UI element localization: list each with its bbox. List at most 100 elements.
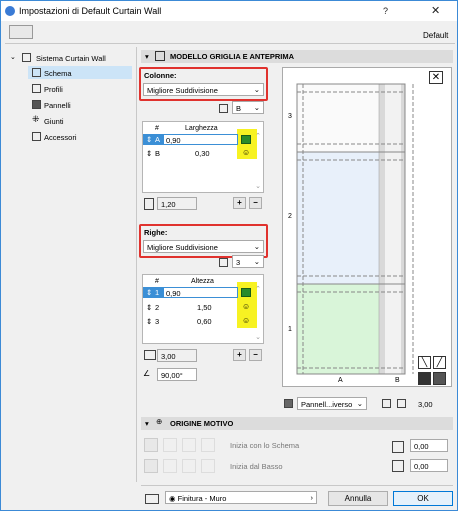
offset-x-field[interactable]: 0,00 (410, 439, 448, 452)
dialog-window: Impostazioni di Default Curtain Wall ? ✕… (0, 0, 458, 511)
row-index: A (155, 135, 161, 144)
add-row-button[interactable]: + (233, 349, 246, 361)
unlock-icon[interactable]: ☺ (242, 316, 250, 325)
chevron-down-icon: ⌄ (253, 103, 260, 112)
unlock-icon[interactable]: ☺ (242, 148, 250, 157)
drag-handle-icon[interactable]: ⇕ (146, 135, 152, 144)
sidebar-item-schema[interactable]: Schema (28, 66, 132, 79)
sidebar-item-label: Giunti (44, 117, 64, 126)
chevron-down-icon: ▾ (145, 52, 149, 61)
sidebar-item-label: Accessori (44, 133, 77, 142)
drag-handle-icon[interactable]: ⇕ (146, 303, 152, 312)
origin-center-icon[interactable] (163, 438, 177, 452)
sidebar-item-pannelli[interactable]: Pannelli (28, 98, 132, 111)
cancel-button[interactable]: Annulla (328, 491, 388, 506)
lock-icon[interactable] (241, 288, 251, 297)
preview-drawing (296, 83, 414, 375)
help-button[interactable]: ? (383, 6, 388, 16)
origin-left-icon[interactable] (144, 438, 158, 452)
row-index: B (155, 149, 161, 158)
remove-column-button[interactable]: − (249, 197, 262, 209)
table-row[interactable]: ⇕ A 0,90 (143, 134, 251, 145)
origin-bottom-icon[interactable] (144, 459, 158, 473)
chevron-down-icon: ⌄ (253, 257, 260, 266)
app-icon (5, 6, 15, 16)
columns-mode-value: Migliore Suddivisione (147, 86, 218, 95)
favorites-button[interactable] (9, 25, 33, 39)
origin-top-icon[interactable] (182, 459, 196, 473)
columns-total-field: 1,20 (157, 197, 197, 210)
sidebar-item-accessori[interactable]: Accessori (28, 130, 132, 143)
table-row[interactable]: ⇕ 1 0,90 (143, 287, 251, 298)
eye-icon: ◉ (169, 494, 178, 503)
table-row[interactable]: ⇕ B 0,30 ☺ (143, 148, 250, 159)
window-title: Impostazioni di Default Curtain Wall (19, 6, 162, 16)
offset-x-icon (392, 441, 404, 453)
rows-mode-select[interactable]: Migliore Suddivisione ⌄ (143, 240, 264, 253)
finish-value: Finitura - Muro (177, 494, 227, 503)
drag-handle-icon[interactable]: ⇕ (146, 288, 152, 297)
row-value[interactable]: 1,50 (197, 303, 212, 312)
row-value[interactable]: 0,30 (195, 149, 210, 158)
origin-right-icon[interactable] (182, 438, 196, 452)
sidebar-item-label: Pannelli (44, 101, 71, 110)
ok-button[interactable]: OK (393, 491, 453, 506)
origin-end-icon[interactable] (201, 438, 215, 452)
drag-handle-icon[interactable]: ⇕ (146, 149, 152, 158)
sidebar-item-giunti[interactable]: ⁜ Giunti (28, 114, 132, 127)
grid-view-icon[interactable] (418, 372, 431, 385)
origin-top-end-icon[interactable] (201, 459, 215, 473)
add-column-button[interactable]: + (233, 197, 246, 209)
start-label: Inizia con lo Schema (230, 441, 300, 450)
chevron-down-icon: ⌄ (253, 85, 260, 94)
section-title: ORIGINE MOTIVO (170, 419, 234, 428)
row-label: 2 (288, 213, 292, 220)
scroll-up-icon[interactable]: ⌃ (255, 132, 261, 140)
table-row[interactable]: ⇕ 3 0,60 ☺ (143, 316, 250, 327)
diagonal-tool-icon[interactable]: ╲ (418, 356, 431, 369)
lock-icon[interactable] (241, 135, 251, 144)
sidebar-tree: ⌄ Sistema Curtain Wall Schema Profili Pa… (6, 49, 134, 479)
scroll-down-icon[interactable]: ⌄ (255, 182, 261, 190)
sidebar-item-label: Schema (44, 69, 72, 78)
offset-y-value: 0,00 (414, 462, 429, 471)
panel-select[interactable]: Pannell...iverso ⌄ (297, 397, 367, 410)
panel-view-icon[interactable] (433, 372, 446, 385)
table-row[interactable]: ⇕ 2 1,50 ☺ (143, 302, 250, 313)
grid-icon (155, 51, 165, 61)
scroll-down-icon[interactable]: ⌄ (255, 333, 261, 341)
origin-middle-icon[interactable] (163, 459, 177, 473)
angle-icon: ∠ (143, 369, 151, 378)
remove-row-button[interactable]: − (249, 349, 262, 361)
sidebar-divider (136, 47, 137, 482)
tree-root[interactable]: Sistema Curtain Wall (36, 52, 106, 64)
section-origin-header[interactable]: ▾ ⊕ ORIGINE MOTIVO (141, 417, 453, 430)
drag-handle-icon[interactable]: ⇕ (146, 317, 152, 326)
row-value[interactable]: 0,60 (197, 317, 212, 326)
close-button[interactable]: ✕ (431, 4, 440, 17)
columns-count-value: B (236, 104, 242, 113)
finish-select[interactable]: ◉ Finitura - Muro › (165, 491, 317, 504)
angle-field[interactable]: 90,00° (157, 368, 197, 381)
rows-count-select[interactable]: 3 ⌄ (232, 255, 264, 268)
offset-y-field[interactable]: 0,00 (410, 459, 448, 472)
scroll-up-icon[interactable]: ⌃ (255, 285, 261, 293)
columns-mode-select[interactable]: Migliore Suddivisione ⌄ (143, 83, 264, 96)
diagonal-alt-icon[interactable]: ╱ (433, 356, 446, 369)
unlock-icon[interactable]: ☺ (242, 302, 250, 311)
chevron-down-icon[interactable]: ⌄ (10, 53, 16, 61)
columns-count-select[interactable]: B ⌄ (232, 101, 264, 114)
section-grid-header[interactable]: ▾ MODELLO GRIGLIA E ANTEPRIMA (141, 50, 453, 63)
row-value-input[interactable]: 0,90 (163, 134, 238, 145)
sidebar-item-profili[interactable]: Profili (28, 82, 132, 95)
origin-icon: ⊕ (156, 417, 163, 426)
rows-count-icon (219, 258, 228, 267)
row-value-input[interactable]: 0,90 (163, 287, 238, 298)
total-width-icon (144, 198, 154, 210)
divider (5, 43, 455, 44)
rows-mode-value: Migliore Suddivisione (147, 243, 218, 252)
col-label: B (395, 377, 400, 384)
accessories-icon (32, 132, 41, 141)
row-header-num: # (155, 278, 159, 285)
col-label: A (338, 377, 343, 384)
